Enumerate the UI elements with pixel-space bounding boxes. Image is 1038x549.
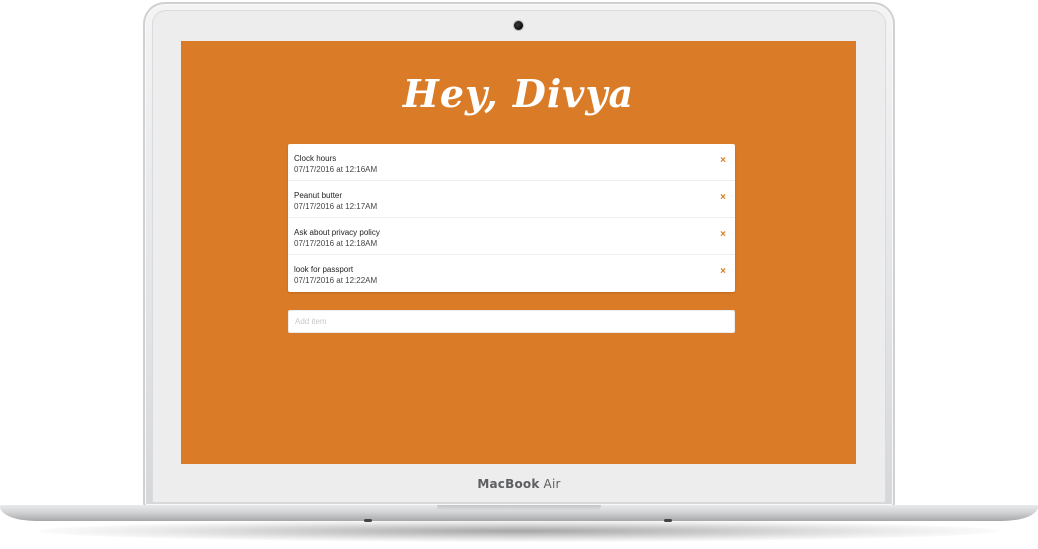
laptop-frame: Hey, Divya Clock hours 07/17/2016 at 12:…: [0, 0, 1038, 549]
item-title: Clock hours: [294, 154, 337, 163]
greeting-title: Hey, Divya: [402, 71, 635, 116]
item-timestamp: 07/17/2016 at 12:18AM: [294, 239, 378, 248]
close-icon[interactable]: ×: [720, 193, 726, 203]
todo-list: Clock hours 07/17/2016 at 12:16AM × Pean…: [288, 144, 735, 292]
list-item: Ask about privacy policy 07/17/2016 at 1…: [288, 218, 735, 255]
device-brand-label: MacBook Air: [0, 477, 1038, 491]
list-item: Clock hours 07/17/2016 at 12:16AM ×: [288, 144, 735, 181]
item-title: look for passport: [294, 265, 354, 274]
item-timestamp: 07/17/2016 at 12:22AM: [294, 276, 378, 285]
item-title: Ask about privacy policy: [294, 228, 380, 237]
list-item: look for passport 07/17/2016 at 12:22AM …: [288, 255, 735, 292]
laptop-foot-left: [364, 519, 372, 522]
camera-icon: [514, 21, 523, 30]
laptop-opening-notch: [437, 505, 601, 511]
close-icon[interactable]: ×: [720, 156, 726, 166]
add-item-input[interactable]: [288, 310, 735, 333]
brand-name: MacBook: [477, 477, 540, 491]
item-timestamp: 07/17/2016 at 12:16AM: [294, 165, 378, 174]
app-screen: Hey, Divya Clock hours 07/17/2016 at 12:…: [181, 41, 856, 464]
brand-model: Air: [543, 477, 561, 491]
item-title: Peanut butter: [294, 191, 343, 200]
list-item: Peanut butter 07/17/2016 at 12:17AM ×: [288, 181, 735, 218]
item-timestamp: 07/17/2016 at 12:17AM: [294, 202, 378, 211]
laptop-shadow: [40, 520, 998, 542]
close-icon[interactable]: ×: [720, 230, 726, 240]
laptop-foot-right: [664, 519, 672, 522]
close-icon[interactable]: ×: [720, 267, 726, 277]
